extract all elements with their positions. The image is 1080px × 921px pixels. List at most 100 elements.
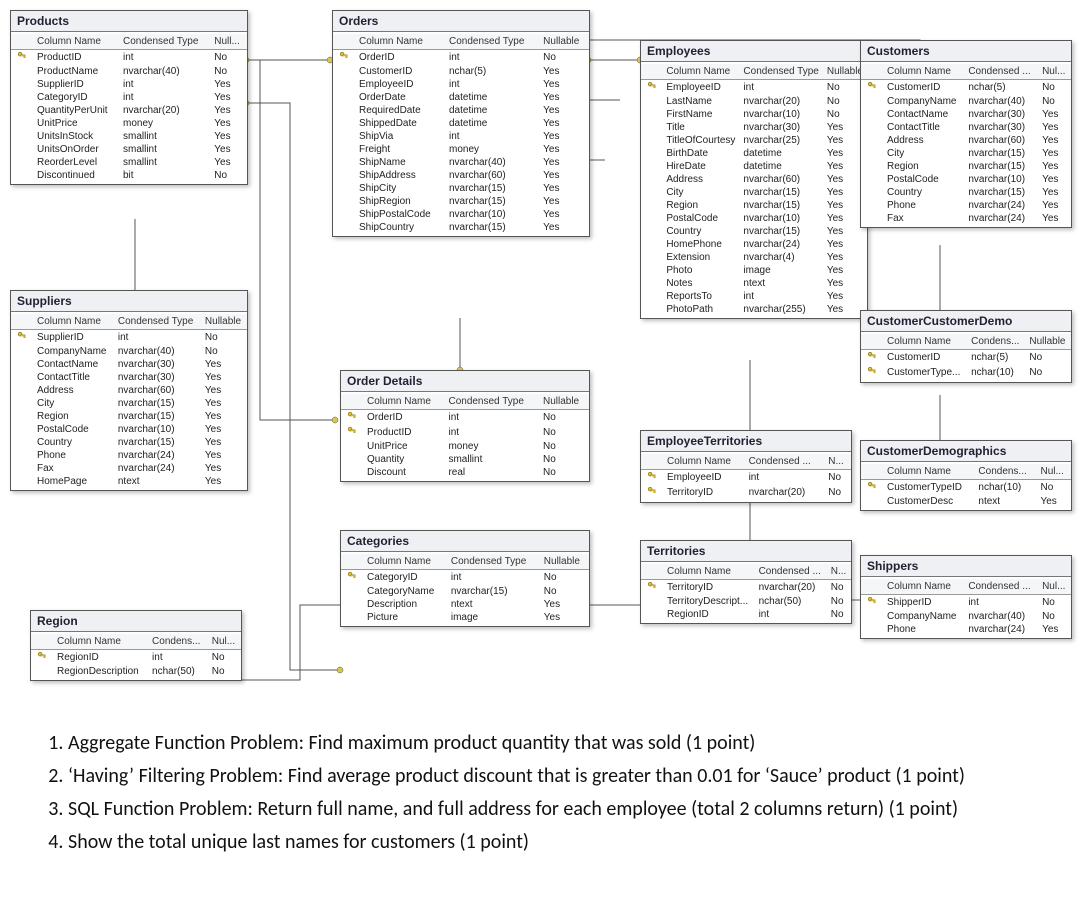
entity-title[interactable]: Employees [641, 41, 867, 62]
column-row[interactable]: Countrynvarchar(15)Yes [11, 436, 247, 449]
entity-orders[interactable]: Orders Column NameCondensed TypeNullable… [332, 10, 590, 237]
entity-categories[interactable]: Categories Column NameCondensed TypeNull… [340, 530, 590, 627]
column-row[interactable]: Phonenvarchar(24)Yes [861, 199, 1071, 212]
entity-orderdetails[interactable]: Order Details Column NameCondensed TypeN… [340, 370, 590, 482]
column-row[interactable]: PostalCodenvarchar(10)Yes [11, 423, 247, 436]
column-row[interactable]: Phonenvarchar(24)Yes [11, 449, 247, 462]
column-row[interactable]: FirstNamenvarchar(10)No [641, 108, 867, 121]
entity-customers[interactable]: Customers Column NameCondensed ...Nul...… [860, 40, 1072, 228]
column-row[interactable]: Extensionnvarchar(4)Yes [641, 251, 867, 264]
entity-title[interactable]: Products [11, 11, 247, 32]
column-row[interactable]: QuantitysmallintNo [341, 453, 589, 466]
column-row[interactable]: SupplierIDintNo [11, 330, 247, 346]
column-row[interactable]: PictureimageYes [341, 611, 589, 624]
column-row[interactable]: UnitsOnOrdersmallintYes [11, 143, 247, 156]
column-row[interactable]: EmployeeIDintNo [641, 470, 851, 486]
column-row[interactable]: ShipNamenvarchar(40)Yes [333, 156, 589, 169]
column-row[interactable]: HomePhonenvarchar(24)Yes [641, 238, 867, 251]
column-row[interactable]: ShipViaintYes [333, 130, 589, 143]
column-row[interactable]: HireDatedatetimeYes [641, 160, 867, 173]
column-row[interactable]: CompanyNamenvarchar(40)No [11, 345, 247, 358]
column-row[interactable]: Addressnvarchar(60)Yes [641, 173, 867, 186]
entity-territories[interactable]: Territories Column NameCondensed ...N...… [640, 540, 852, 624]
column-row[interactable]: ProductIDintNo [341, 425, 589, 440]
column-row[interactable]: EmployeeIDintNo [641, 80, 867, 96]
column-row[interactable]: TerritoryIDnvarchar(20)No [641, 580, 851, 596]
entity-title[interactable]: Order Details [341, 371, 589, 392]
column-row[interactable]: Regionnvarchar(15)Yes [11, 410, 247, 423]
entity-title[interactable]: Suppliers [11, 291, 247, 312]
column-row[interactable]: Titlenvarchar(30)Yes [641, 121, 867, 134]
entity-title[interactable]: Territories [641, 541, 851, 562]
column-row[interactable]: RegionDescriptionnchar(50)No [31, 665, 241, 678]
column-row[interactable]: ShipRegionnvarchar(15)Yes [333, 195, 589, 208]
column-row[interactable]: ShipPostalCodenvarchar(10)Yes [333, 208, 589, 221]
column-row[interactable]: ShipperIDintNo [861, 595, 1071, 611]
column-row[interactable]: PostalCodenvarchar(10)Yes [861, 173, 1071, 186]
column-row[interactable]: OrderIDintNo [333, 50, 589, 66]
column-row[interactable]: DiscountrealNo [341, 466, 589, 479]
column-row[interactable]: CustomerIDnchar(5)No [861, 350, 1071, 366]
column-row[interactable]: CompanyNamenvarchar(40)No [861, 95, 1071, 108]
column-row[interactable]: ProductIDintNo [11, 50, 247, 66]
column-row[interactable]: ShipCountrynvarchar(15)Yes [333, 221, 589, 234]
column-row[interactable]: ShipCitynvarchar(15)Yes [333, 182, 589, 195]
column-row[interactable]: QuantityPerUnitnvarchar(20)Yes [11, 104, 247, 117]
column-row[interactable]: Phonenvarchar(24)Yes [861, 623, 1071, 636]
column-row[interactable]: RegionIDintNo [31, 650, 241, 666]
column-row[interactable]: PhotoPathnvarchar(255)Yes [641, 303, 867, 316]
column-row[interactable]: UnitsInStocksmallintYes [11, 130, 247, 143]
column-row[interactable]: Faxnvarchar(24)Yes [861, 212, 1071, 225]
column-row[interactable]: CustomerIDnchar(5)No [861, 80, 1071, 96]
column-row[interactable]: Addressnvarchar(60)Yes [861, 134, 1071, 147]
column-row[interactable]: ContactTitlenvarchar(30)Yes [861, 121, 1071, 134]
entity-products[interactable]: Products Column NameCondensed TypeNull..… [10, 10, 248, 185]
entity-title[interactable]: Shippers [861, 556, 1071, 577]
column-row[interactable]: ReorderLevelsmallintYes [11, 156, 247, 169]
column-row[interactable]: FreightmoneyYes [333, 143, 589, 156]
column-row[interactable]: DescriptionntextYes [341, 598, 589, 611]
column-row[interactable]: Regionnvarchar(15)Yes [861, 160, 1071, 173]
entity-employeeterritories[interactable]: EmployeeTerritories Column NameCondensed… [640, 430, 852, 503]
column-row[interactable]: SupplierIDintYes [11, 78, 247, 91]
column-row[interactable]: Citynvarchar(15)Yes [861, 147, 1071, 160]
column-row[interactable]: ContactNamenvarchar(30)Yes [11, 358, 247, 371]
column-row[interactable]: Citynvarchar(15)Yes [641, 186, 867, 199]
column-row[interactable]: TerritoryIDnvarchar(20)No [641, 485, 851, 500]
column-row[interactable]: UnitPricemoneyYes [11, 117, 247, 130]
column-row[interactable]: Countrynvarchar(15)Yes [861, 186, 1071, 199]
column-row[interactable]: OrderDatedatetimeYes [333, 91, 589, 104]
column-row[interactable]: CategoryIDintYes [11, 91, 247, 104]
column-row[interactable]: LastNamenvarchar(20)No [641, 95, 867, 108]
column-row[interactable]: CategoryIDintNo [341, 570, 589, 586]
column-row[interactable]: Faxnvarchar(24)Yes [11, 462, 247, 475]
column-row[interactable]: Addressnvarchar(60)Yes [11, 384, 247, 397]
column-row[interactable]: CustomerType...nchar(10)No [861, 365, 1071, 380]
column-row[interactable]: TitleOfCourtesynvarchar(25)Yes [641, 134, 867, 147]
column-row[interactable]: UnitPricemoneyNo [341, 440, 589, 453]
column-row[interactable]: ShipAddressnvarchar(60)Yes [333, 169, 589, 182]
entity-title[interactable]: Customers [861, 41, 1071, 62]
entity-region[interactable]: Region Column NameCondens...Nul...Region… [30, 610, 242, 681]
entity-title[interactable]: CustomerDemographics [861, 441, 1071, 462]
column-row[interactable]: PostalCodenvarchar(10)Yes [641, 212, 867, 225]
column-row[interactable]: OrderIDintNo [341, 410, 589, 426]
column-row[interactable]: CustomerIDnchar(5)Yes [333, 65, 589, 78]
column-row[interactable]: ContactTitlenvarchar(30)Yes [11, 371, 247, 384]
entity-suppliers[interactable]: Suppliers Column NameCondensed TypeNulla… [10, 290, 248, 491]
column-row[interactable]: CustomerTypeIDnchar(10)No [861, 480, 1071, 496]
column-row[interactable]: ShippedDatedatetimeYes [333, 117, 589, 130]
column-row[interactable]: HomePagentextYes [11, 475, 247, 488]
entity-employees[interactable]: Employees Column NameCondensed TypeNulla… [640, 40, 868, 319]
column-row[interactable]: Citynvarchar(15)Yes [11, 397, 247, 410]
column-row[interactable]: EmployeeIDintYes [333, 78, 589, 91]
entity-title[interactable]: EmployeeTerritories [641, 431, 851, 452]
column-row[interactable]: Regionnvarchar(15)Yes [641, 199, 867, 212]
column-row[interactable]: DiscontinuedbitNo [11, 169, 247, 182]
column-row[interactable]: CompanyNamenvarchar(40)No [861, 610, 1071, 623]
entity-shippers[interactable]: Shippers Column NameCondensed ...Nul...S… [860, 555, 1072, 639]
column-row[interactable]: TerritoryDescript...nchar(50)No [641, 595, 851, 608]
column-row[interactable]: ProductNamenvarchar(40)No [11, 65, 247, 78]
column-row[interactable]: ReportsTointYes [641, 290, 867, 303]
column-row[interactable]: NotesntextYes [641, 277, 867, 290]
